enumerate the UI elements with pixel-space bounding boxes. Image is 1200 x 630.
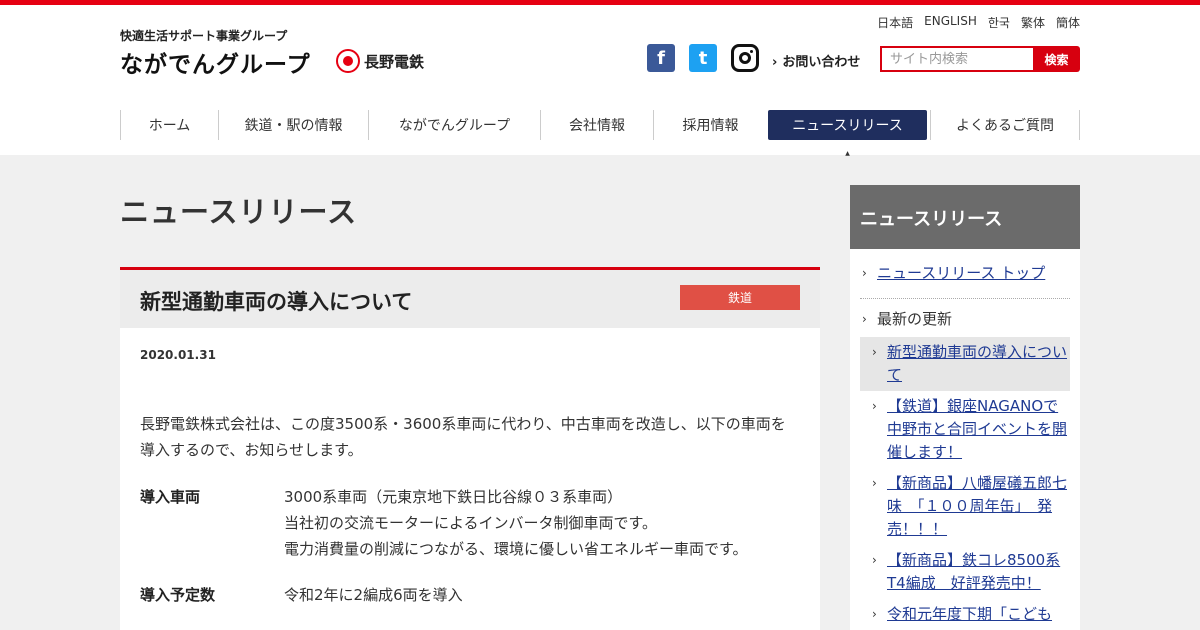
category-badge: 鉄道 [680, 285, 800, 310]
sidebar-news-item[interactable]: 【新商品】鉄コレ8500系T4編成 好評発売中！ [872, 549, 1072, 595]
page-title: ニュースリリース [120, 195, 358, 229]
sidebar: ニュースリリース ニュースリリース トップ 最新の更新 新型通勤車両の導入につい… [850, 185, 1080, 630]
news-article: 新型通勤車両の導入について 鉄道 2020.01.31 長野電鉄株式会社は、この… [120, 267, 820, 630]
site-logo[interactable]: ながでんグループ [120, 45, 311, 79]
sidebar-title: ニュースリリース [850, 185, 1080, 249]
detail-label: 導入予定数 [140, 586, 216, 604]
lang-simplified-chinese[interactable]: 簡体 [1056, 14, 1080, 31]
lang-korean[interactable]: 한국 [988, 14, 1010, 31]
language-switcher: 日本語 ENGLISH 한국 繁体 簡体 [877, 14, 1080, 31]
instagram-icon[interactable] [731, 44, 759, 72]
nav-item-group[interactable]: ながでんグループ [368, 110, 540, 140]
search-button[interactable]: 検索 [1033, 46, 1080, 72]
nagaden-emblem-icon [336, 49, 360, 73]
detail-value: 3000系車両（元東京地下鉄日比谷線０３系車両） 当社初の交流モーターによるイン… [284, 484, 800, 562]
contact-link[interactable]: お問い合わせ [772, 51, 860, 70]
detail-line: 当社初の交流モーターによるインバータ制御車両です。 [284, 514, 658, 532]
brand-name: 長野電鉄 [364, 52, 425, 71]
sidebar-top-link[interactable]: ニュースリリース トップ [862, 262, 1045, 285]
lang-japanese[interactable]: 日本語 [877, 14, 913, 31]
nav-item-home[interactable]: ホーム [120, 110, 218, 140]
lang-english[interactable]: ENGLISH [924, 14, 977, 31]
sns-links: f t [647, 44, 759, 72]
nav-item-news[interactable]: ニュースリリース [768, 110, 927, 140]
detail-line: 令和2年に2編成6両を導入 [284, 586, 463, 604]
sidebar-recent-label: 最新の更新 [862, 308, 952, 331]
lang-traditional-chinese[interactable]: 繁体 [1021, 14, 1045, 31]
sidebar-divider [860, 298, 1070, 299]
detail-value: 令和2年に2編成6両を導入 [284, 582, 800, 608]
article-lead: 長野電鉄株式会社は、この度3500系・3600系車両に代わり、中古車両を改造し、… [140, 415, 786, 459]
article-header: 新型通勤車両の導入について 鉄道 [120, 270, 820, 328]
article-title: 新型通勤車両の導入について [140, 290, 413, 314]
nav-item-company[interactable]: 会社情報 [540, 110, 653, 140]
detail-label: 導入車両 [140, 488, 201, 506]
sidebar-news-item[interactable]: 令和元年度下期「こども [872, 603, 1072, 626]
site-header: 快適生活サポート事業グループ ながでんグループ 長野電鉄 日本語 ENGLISH… [0, 5, 1200, 155]
site-tagline: 快適生活サポート事業グループ [120, 29, 288, 43]
search-input[interactable] [880, 46, 1033, 72]
sidebar-news-item[interactable]: 新型通勤車両の導入について [872, 341, 1072, 387]
detail-line: 3000系車両（元東京地下鉄日比谷線０３系車両） [284, 488, 623, 506]
nav-item-railway[interactable]: 鉄道・駅の情報 [218, 110, 368, 140]
twitter-icon[interactable]: t [689, 44, 717, 72]
global-nav: ホーム 鉄道・駅の情報 ながでんグループ 会社情報 採用情報 ニュースリリース … [120, 110, 1080, 140]
nagaden-brand-logo[interactable]: 長野電鉄 [336, 49, 424, 73]
nav-item-faq[interactable]: よくあるご質問 [930, 110, 1080, 140]
facebook-icon[interactable]: f [647, 44, 675, 72]
detail-row: 導入予定数 令和2年に2編成6両を導入 [140, 582, 800, 608]
article-date: 2020.01.31 [140, 348, 216, 362]
sidebar-news-item[interactable]: 【鉄道】銀座NAGANOで中野市と合同イベントを開催します！ [872, 395, 1072, 464]
site-search: 検索 [880, 46, 1080, 72]
detail-row: 導入車両 3000系車両（元東京地下鉄日比谷線０３系車両） 当社初の交流モーター… [140, 484, 800, 562]
sidebar-news-item[interactable]: 【新商品】八幡屋礒五郎七味 「１００周年缶」 発売！！！ [872, 472, 1072, 541]
detail-line: 電力消費量の削減につながる、環境に優しい省エネルギー車両です。 [284, 540, 748, 558]
nav-item-recruit[interactable]: 採用情報 [653, 110, 767, 140]
